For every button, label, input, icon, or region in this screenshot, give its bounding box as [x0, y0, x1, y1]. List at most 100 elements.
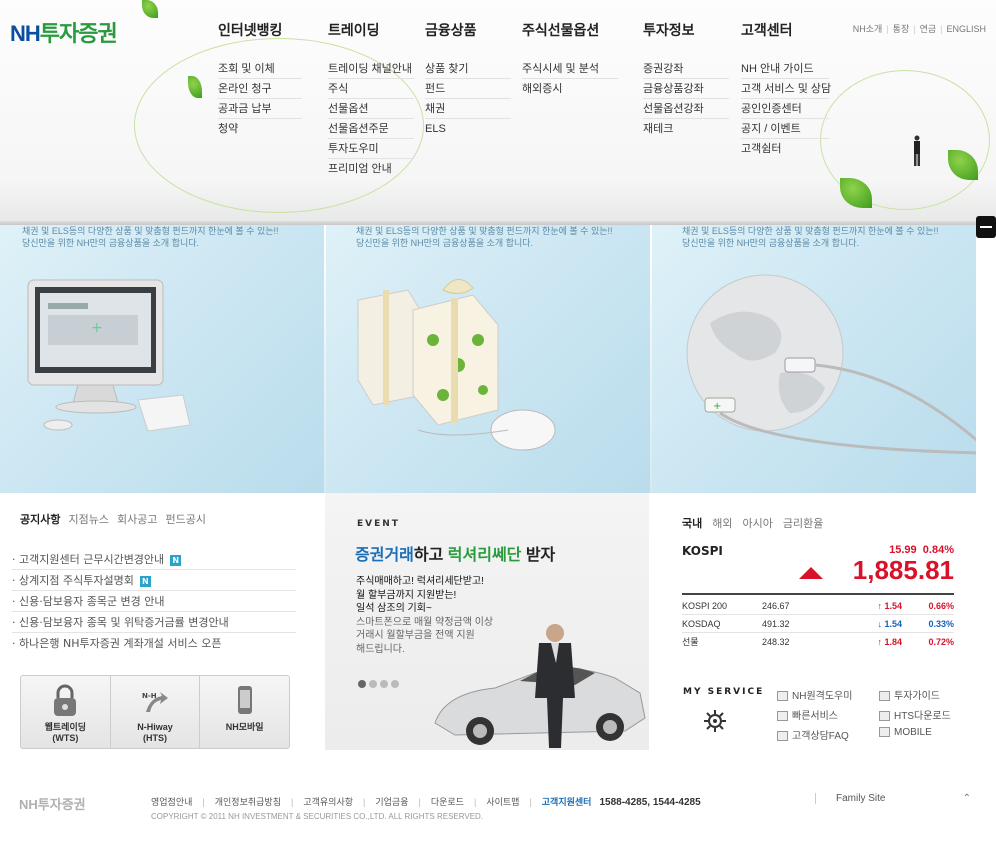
- gnb-submenu: 조회 및 이체 온라인 청구 공과금 납부 청약: [218, 59, 302, 139]
- quick-link-sublabel: (WTS): [52, 733, 79, 743]
- tab-branch-news[interactable]: 지점뉴스: [68, 514, 108, 526]
- index-value: 491.32: [762, 619, 790, 629]
- gnb-submenu: 상품 찾기 펀드 채권 ELS: [425, 59, 511, 139]
- banner-text: 채권 및 ELS등의 다양한 상품 및 맞춤형 펀드까지 한눈에 볼 수 있는!…: [356, 226, 613, 248]
- carousel-dot[interactable]: [380, 680, 388, 688]
- gnb-item[interactable]: 해외증시: [522, 79, 618, 99]
- gear-icon[interactable]: [704, 710, 726, 732]
- footer-link[interactable]: 영업점안내: [151, 797, 192, 807]
- gnb-item[interactable]: 트레이딩 채널안내: [328, 59, 414, 79]
- tab-overseas[interactable]: 해외: [712, 518, 732, 530]
- gnb-item[interactable]: 고객 서비스 및 상담: [741, 79, 831, 99]
- quick-link-wts[interactable]: 웹트레이딩 (WTS): [21, 676, 111, 748]
- index-table: KOSPI 200 246.67 ↑ 1.54 0.66% KOSDAQ 491…: [682, 597, 954, 651]
- footer-link-support[interactable]: 고객지원센터: [542, 797, 592, 807]
- gnb-item[interactable]: 재테크: [643, 119, 729, 139]
- quick-link-hts[interactable]: N-H N-Hiway (HTS): [111, 676, 201, 748]
- carousel-dot[interactable]: [358, 680, 366, 688]
- gnb-item[interactable]: 온라인 청구: [218, 79, 302, 99]
- footer-link[interactable]: 기업금융: [375, 797, 408, 807]
- gnb-item[interactable]: 조회 및 이체: [218, 59, 302, 79]
- notice-item-text: · 신용·담보융자 종목 및 위탁증거금률 변경안내: [12, 616, 229, 629]
- notice-item[interactable]: · 상계지점 주식투자설명회 N: [12, 570, 296, 591]
- topmenu-account[interactable]: 통장: [893, 24, 910, 34]
- service-hts-download[interactable]: HTS다운로드: [879, 707, 951, 722]
- carousel-dots: [358, 673, 402, 692]
- notice-item[interactable]: · 하나은행 NH투자증권 계좌개설 서비스 오픈: [12, 633, 296, 654]
- service-remote-helper[interactable]: NH원격도우미: [777, 687, 852, 702]
- gnb-title[interactable]: 금융상품: [425, 20, 477, 40]
- gnb-title[interactable]: 투자정보: [643, 20, 695, 40]
- gnb-item[interactable]: 청약: [218, 119, 302, 139]
- gnb-title[interactable]: 인터넷뱅킹: [218, 20, 282, 40]
- gnb-item[interactable]: 채권: [425, 99, 511, 119]
- site-logo[interactable]: NH투자증권: [10, 16, 118, 48]
- event-banner[interactable]: EVENT 증권거래하고 럭셔리쎄단 받자 주식매매하고! 럭셔리세단받고! 월…: [325, 493, 649, 750]
- gnb-title[interactable]: 주식선물옵션: [522, 20, 599, 40]
- gnb-item[interactable]: 공과금 납부: [218, 99, 302, 119]
- gnb-item[interactable]: 고객쉼터: [741, 139, 829, 159]
- footer-logo[interactable]: NH투자증권: [19, 794, 86, 813]
- quick-link-mobile[interactable]: NH모바일: [200, 676, 289, 748]
- service-investment-guide[interactable]: 투자가이드: [879, 687, 940, 702]
- tab-notice[interactable]: 공지사항: [20, 514, 60, 526]
- family-site-select[interactable]: Family Site ⌃: [815, 793, 975, 804]
- carousel-dot[interactable]: [391, 680, 399, 688]
- footer-link[interactable]: 다운로드: [431, 797, 464, 807]
- gnb-item[interactable]: 주식시세 및 분석: [522, 59, 618, 79]
- footer-link[interactable]: 개인정보취급방침: [215, 797, 281, 807]
- notice-item[interactable]: · 신용·담보융자 종목 및 위탁증거금률 변경안내: [12, 612, 296, 633]
- topmenu-pension[interactable]: 연금: [920, 24, 937, 34]
- service-label: 빠른서비스: [792, 711, 838, 722]
- gnb-item[interactable]: 선물옵션주문: [328, 119, 414, 139]
- gnb-title[interactable]: 고객센터: [741, 20, 793, 40]
- index-value: 248.32: [762, 637, 790, 647]
- notice-section: 공지사항 지점뉴스 회사공고 펀드공시 · 고객지원센터 근무시간변경안내 N · 상계…: [0, 493, 325, 750]
- carousel-dot[interactable]: [369, 680, 377, 688]
- car-and-man-image: [434, 624, 646, 748]
- notice-item[interactable]: · 고객지원센터 근무시간변경안내 N: [12, 549, 296, 570]
- gnb-submenu: 트레이딩 채널안내 주식 선물옵션 선물옵션주문 투자도우미 프리미엄 안내: [328, 59, 414, 179]
- notice-item-text: · 상계지점 주식투자설명회: [12, 574, 134, 587]
- gnb-item[interactable]: 선물옵션강좌: [643, 99, 729, 119]
- gnb-item[interactable]: 선물옵션: [328, 99, 414, 119]
- gnb-item[interactable]: 증권강좌: [643, 59, 729, 79]
- gnb-item[interactable]: NH 안내 가이드: [741, 59, 829, 79]
- notice-item-text: · 고객지원센터 근무시간변경안내: [12, 553, 165, 566]
- svg-text:+: +: [91, 320, 103, 336]
- gnb-item[interactable]: 상품 찾기: [425, 59, 511, 79]
- gnb-item[interactable]: 프리미엄 안내: [328, 159, 414, 179]
- service-faq[interactable]: 고객상담FAQ: [777, 727, 849, 742]
- tab-rates-fx[interactable]: 금리환율: [783, 518, 823, 530]
- arrow-icon: N-H: [142, 692, 168, 712]
- gnb-item[interactable]: 투자도우미: [328, 139, 414, 159]
- tab-domestic[interactable]: 국내: [682, 518, 702, 530]
- tab-fund-disclosure[interactable]: 펀드공시: [165, 514, 205, 526]
- gnb-item[interactable]: 공지 / 이벤트: [741, 119, 829, 139]
- service-quick[interactable]: 빠른서비스: [777, 707, 838, 722]
- service-mobile[interactable]: MOBILE: [879, 727, 932, 738]
- tab-asia[interactable]: 아시아: [743, 518, 773, 530]
- tab-company-announcement[interactable]: 회사공고: [117, 514, 157, 526]
- notice-item[interactable]: · 신용·담보융자 종목군 변경 안내: [12, 591, 296, 612]
- banner-computer[interactable]: 채권 및 ELS등의 다양한 상품 및 맞춤형 펀드까지 한눈에 볼 수 있는!…: [0, 225, 325, 493]
- gnb-title[interactable]: 트레이딩: [328, 20, 380, 40]
- footer-link[interactable]: 사이트맵: [486, 797, 519, 807]
- footer: NH투자증권 영업점안내 | 개인정보취급방침 | 고객유의사항 | 기업금융 | 다운로드 | 사…: [0, 750, 996, 847]
- topmenu-english[interactable]: ENGLISH: [946, 24, 986, 34]
- stock-tabs: 국내 해외 아시아 금리환율: [682, 515, 833, 531]
- service-label: 고객상담FAQ: [792, 731, 849, 742]
- gnb-item[interactable]: 금융상품강좌: [643, 79, 729, 99]
- footer-links: 영업점안내 | 개인정보취급방침 | 고객유의사항 | 기업금융 | 다운로드 | 사이트맵 | 고객지…: [151, 797, 701, 808]
- gift-box-icon: [357, 279, 556, 451]
- gnb-item[interactable]: ELS: [425, 119, 511, 139]
- gnb-item[interactable]: 공인인증센터: [741, 99, 829, 119]
- banner-globe[interactable]: 채권 및 ELS등의 다양한 상품 및 맞춤형 펀드까지 한눈에 볼 수 있는!…: [652, 225, 976, 493]
- event-label: EVENT: [357, 519, 400, 529]
- banner-gift[interactable]: 채권 및 ELS등의 다양한 상품 및 맞춤형 펀드까지 한눈에 볼 수 있는!…: [326, 225, 650, 493]
- topmenu-nh-intro[interactable]: NH소개: [853, 24, 883, 34]
- service-label: MOBILE: [894, 727, 932, 738]
- footer-link[interactable]: 고객유의사항: [303, 797, 353, 807]
- gnb-item[interactable]: 펀드: [425, 79, 511, 99]
- gnb-item[interactable]: 주식: [328, 79, 414, 99]
